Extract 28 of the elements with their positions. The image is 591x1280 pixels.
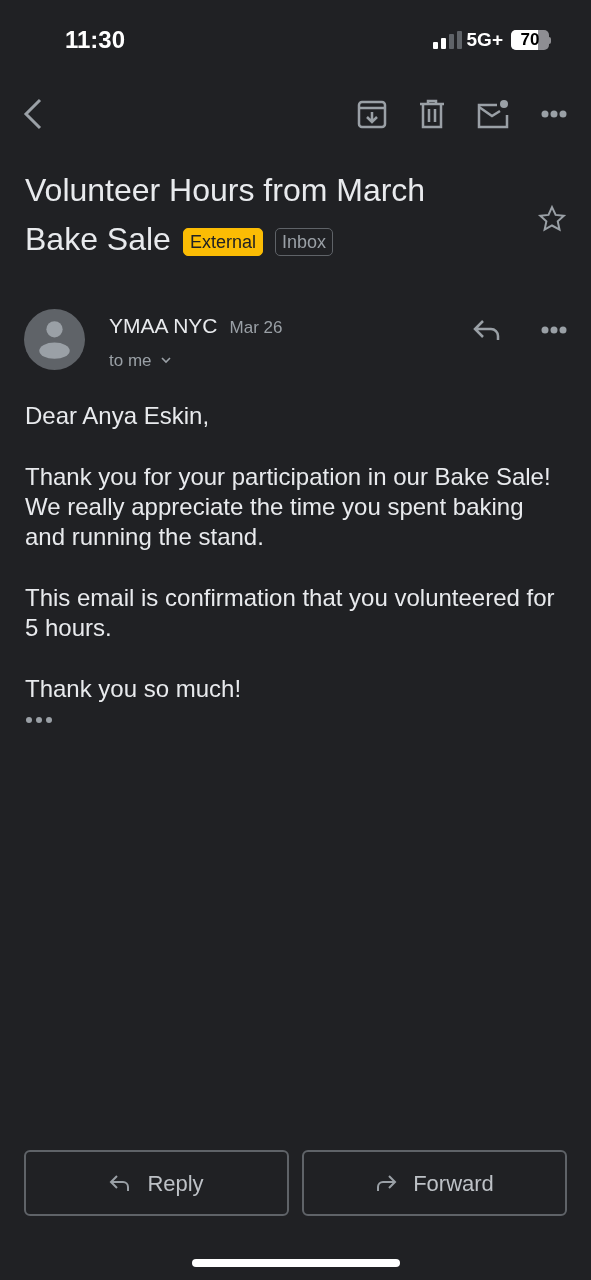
email-subject: Volunteer Hours from March Bake Sale External Inbox <box>25 171 427 259</box>
label-chip: External <box>182 227 263 256</box>
battery-level: 70 <box>519 30 541 50</box>
more-button[interactable] <box>541 110 567 118</box>
network-label: 5G+ <box>466 27 503 52</box>
star-button[interactable] <box>537 204 567 234</box>
archive-button[interactable] <box>357 99 387 129</box>
action-button[interactable]: Forward <box>302 1150 567 1216</box>
signal-icon <box>432 31 463 49</box>
recipient-toggle[interactable]: to me <box>109 347 172 373</box>
more-button[interactable] <box>541 326 567 334</box>
body-paragraph: Thank you so much! <box>25 674 243 704</box>
body-paragraph: This email is confirmation that you volunteered for 5 hours. <box>25 583 556 643</box>
chevron-down-icon <box>159 356 172 365</box>
status-time: 11:30 <box>65 25 126 55</box>
reply-button[interactable] <box>473 319 501 341</box>
reply-icon <box>109 1174 132 1192</box>
label-chip: Inbox <box>274 227 333 256</box>
show-trimmed-button[interactable] <box>25 716 53 724</box>
body-paragraph: Thank you for your participation in our Bake Sale! We really appreciate the time you spent baking and running the stand. <box>25 462 552 552</box>
sender-name: YMAA NYC <box>109 313 218 339</box>
body-paragraph: Dear Anya Eskin, <box>25 401 211 431</box>
forward-icon <box>375 1174 398 1192</box>
avatar-icon <box>24 309 85 370</box>
action-button[interactable]: Reply <box>24 1150 289 1216</box>
delete-button[interactable] <box>419 99 445 129</box>
message-date: Mar 26 <box>229 317 283 339</box>
mark-unread-button[interactable] <box>477 99 509 129</box>
